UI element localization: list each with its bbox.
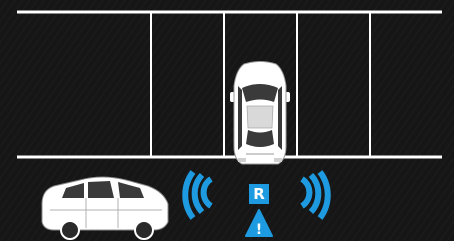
parking-illustration: R ! <box>0 0 454 241</box>
car-top-view-icon <box>230 61 290 165</box>
car-side-view-icon <box>41 176 169 240</box>
warning-mark: ! <box>256 222 262 238</box>
parking-scene: R ! <box>0 0 454 241</box>
reverse-gear-label: R <box>253 185 265 203</box>
